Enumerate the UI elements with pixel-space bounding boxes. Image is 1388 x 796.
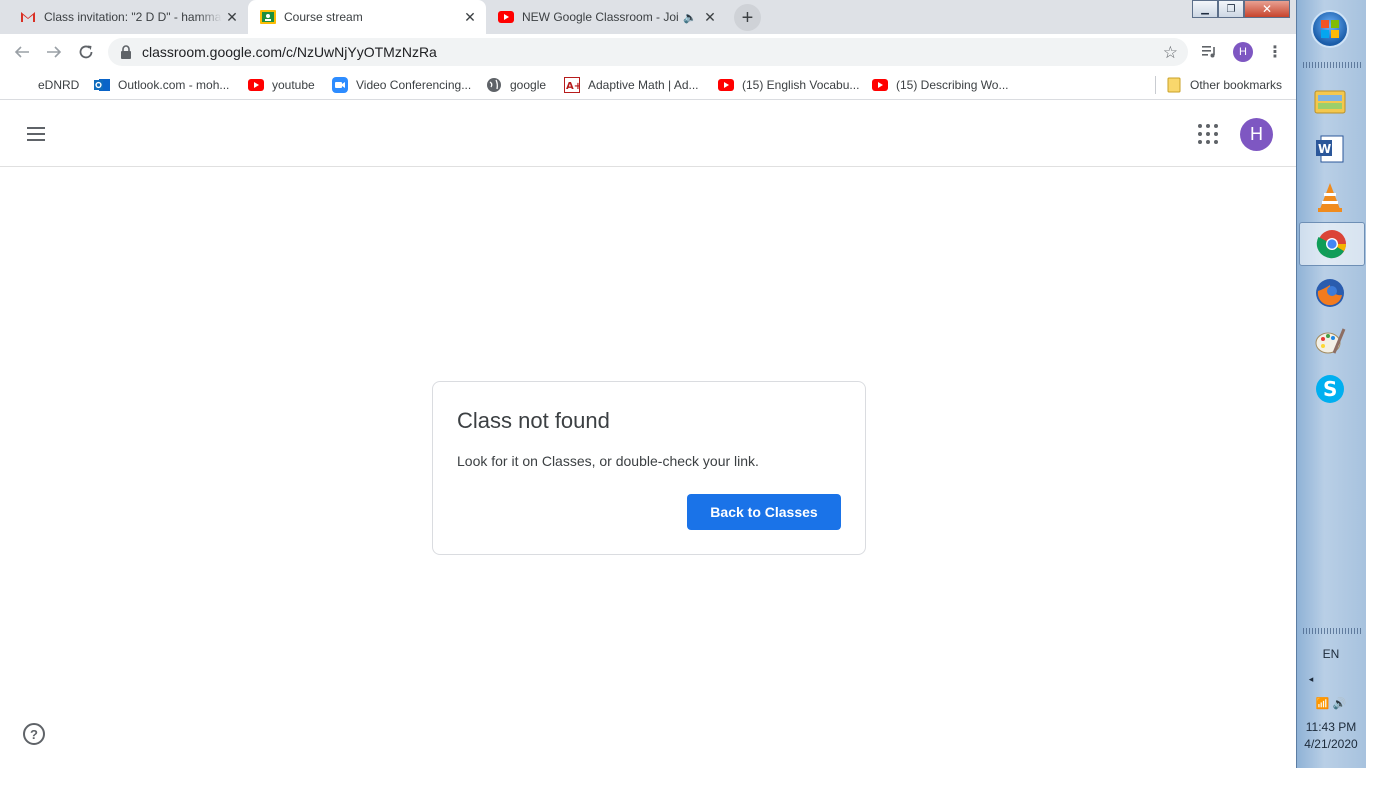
bookmark-adaptive-math[interactable]: A+ Adaptive Math | Ad...: [564, 76, 699, 94]
language-indicator[interactable]: EN: [1297, 647, 1365, 661]
clock-date[interactable]: 4/21/2020: [1297, 737, 1365, 751]
classroom-app-bar: H: [0, 102, 1296, 167]
card-message: Look for it on Classes, or double-check …: [457, 453, 759, 469]
network-icon[interactable]: 📶: [1316, 698, 1330, 710]
back-to-classes-button[interactable]: Back to Classes: [687, 494, 841, 530]
restore-button[interactable]: ❐: [1218, 0, 1244, 18]
close-icon[interactable]: ✕: [462, 9, 478, 25]
bookmark-google[interactable]: google: [486, 76, 546, 94]
tray-icons[interactable]: 📶 🔊: [1297, 697, 1365, 710]
class-not-found-card: Class not found Look for it on Classes, …: [432, 381, 866, 555]
outlook-icon: [94, 77, 110, 93]
svg-text:A+: A+: [566, 81, 580, 92]
minimize-button[interactable]: ▁: [1192, 0, 1218, 18]
bookmarks-divider: [1155, 76, 1156, 94]
tray-expand-icon[interactable]: ◂: [1277, 674, 1345, 685]
main-menu-icon[interactable]: [24, 122, 48, 146]
word-icon[interactable]: W: [1311, 130, 1349, 168]
explorer-icon[interactable]: [1311, 82, 1349, 120]
bookmark-outlook[interactable]: Outlook.com - moh...: [94, 76, 229, 94]
chrome-window: Class invitation: "2 D D" - hamma ✕ Cour…: [0, 0, 1296, 796]
tab-youtube-classroom[interactable]: NEW Google Classroom - Joi 🔈 ✕: [486, 0, 726, 34]
google-apps-icon[interactable]: [1198, 124, 1218, 144]
url-text: classroom.google.com/c/NzUwNjYyOTMzNzRa: [142, 44, 437, 60]
chrome-icon[interactable]: [1299, 222, 1365, 266]
card-title: Class not found: [457, 408, 610, 433]
bookmark-ednrd[interactable]: eDNRD: [38, 76, 79, 94]
aplus-icon: A+: [564, 77, 580, 93]
window-controls: ▁ ❐ ✕: [1192, 0, 1290, 18]
bookmark-star-icon[interactable]: ☆: [1163, 43, 1178, 63]
media-control-icon[interactable]: [1198, 40, 1222, 64]
volume-icon[interactable]: 🔊: [1333, 698, 1347, 710]
svg-text:S: S: [1323, 377, 1337, 401]
paint-icon[interactable]: [1311, 322, 1349, 360]
back-button[interactable]: [10, 40, 34, 64]
firefox-icon[interactable]: [1311, 274, 1349, 312]
address-bar[interactable]: classroom.google.com/c/NzUwNjYyOTMzNzRa …: [108, 38, 1188, 66]
svg-text:W: W: [1318, 142, 1331, 156]
youtube-icon: [498, 9, 514, 25]
reload-button[interactable]: [74, 40, 98, 64]
bookmark-other-bookmarks[interactable]: Other bookmarks: [1166, 76, 1282, 94]
youtube-icon: [872, 77, 888, 93]
account-avatar[interactable]: H: [1240, 118, 1273, 151]
profile-button[interactable]: H: [1231, 40, 1255, 64]
globe-icon: [486, 77, 502, 93]
tab-strip: Class invitation: "2 D D" - hamma ✕ Cour…: [0, 0, 1296, 34]
vlc-icon[interactable]: [1311, 178, 1349, 216]
close-window-button[interactable]: ✕: [1244, 0, 1290, 18]
skype-icon[interactable]: S: [1311, 370, 1349, 408]
windows-taskbar: W S EN ◂ 📶 🔊 11:43 PM 4/21/2020: [1296, 0, 1366, 768]
bookmarks-bar: eDNRD Outlook.com - moh... youtube Video…: [0, 70, 1296, 100]
tab-title: Class invitation: "2 D D" - hamma: [44, 10, 222, 24]
forward-button[interactable]: [42, 40, 66, 64]
audio-icon[interactable]: 🔈: [682, 9, 698, 25]
folder-icon: [1166, 77, 1182, 93]
browser-toolbar: classroom.google.com/c/NzUwNjYyOTMzNzRa …: [0, 34, 1296, 70]
classroom-icon: [260, 9, 276, 25]
tab-title: Course stream: [284, 10, 363, 24]
zoom-icon: [332, 77, 348, 93]
reload-icon: [79, 45, 93, 59]
windows-logo-icon: [1321, 20, 1339, 38]
new-tab-button[interactable]: +: [734, 4, 761, 31]
gmail-icon: [20, 9, 36, 25]
bookmark-describing-words[interactable]: (15) Describing Wo...: [872, 76, 1008, 94]
youtube-icon: [718, 77, 734, 93]
bookmark-english-vocabulary[interactable]: (15) English Vocabu...: [718, 76, 859, 94]
tab-gmail[interactable]: Class invitation: "2 D D" - hamma ✕: [0, 0, 248, 34]
profile-avatar: H: [1233, 42, 1253, 62]
tab-course-stream[interactable]: Course stream ✕: [248, 0, 486, 34]
close-icon[interactable]: ✕: [224, 9, 240, 25]
bookmark-video-conferencing[interactable]: Video Conferencing...: [332, 76, 471, 94]
start-button[interactable]: [1311, 10, 1349, 48]
youtube-icon: [248, 77, 264, 93]
clock-time[interactable]: 11:43 PM: [1297, 720, 1365, 734]
help-icon[interactable]: ?: [23, 723, 45, 745]
tab-title: NEW Google Classroom - Joi: [522, 10, 679, 24]
forward-arrow-icon: [47, 46, 62, 58]
lock-icon: [120, 45, 132, 59]
close-icon[interactable]: ✕: [702, 9, 718, 25]
menu-kebab-icon[interactable]: ⋮: [1263, 40, 1287, 64]
back-arrow-icon: [14, 46, 29, 58]
bookmark-youtube[interactable]: youtube: [248, 76, 315, 94]
